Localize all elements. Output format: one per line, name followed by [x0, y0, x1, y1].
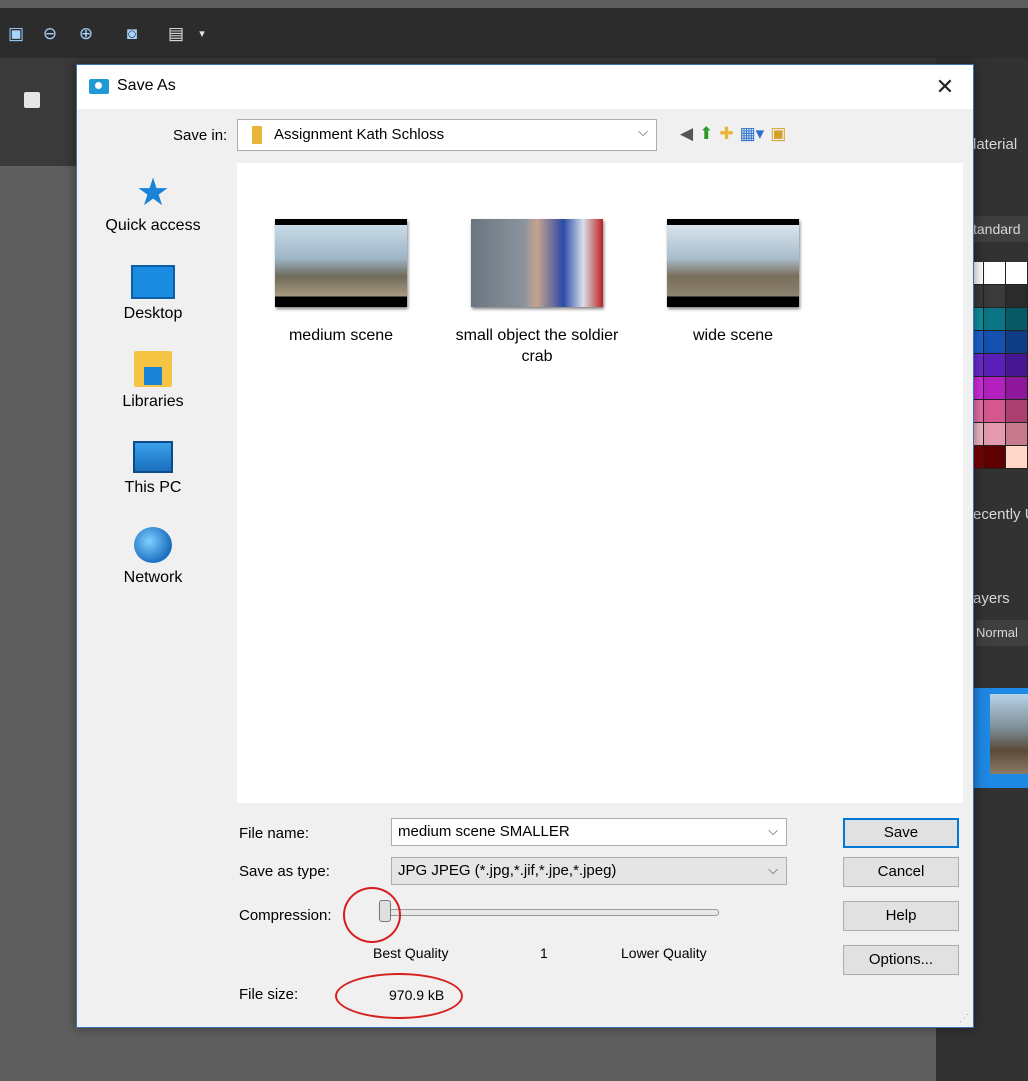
- options-button[interactable]: Options...: [843, 945, 959, 975]
- libraries-icon: [134, 351, 172, 387]
- layers-panel-title: ayers: [973, 590, 1010, 607]
- file-thumbnail: [471, 219, 603, 307]
- file-name-label: File name:: [239, 825, 310, 842]
- file-size-label: File size:: [239, 986, 299, 1003]
- lower-quality-label: Lower Quality: [621, 945, 707, 961]
- computer-icon: [133, 441, 173, 473]
- dropdown-arrow-icon[interactable]: ▾: [192, 24, 212, 44]
- file-label: wide scene: [692, 327, 774, 344]
- color-swatch[interactable]: [984, 377, 1006, 400]
- color-swatch[interactable]: [1006, 423, 1028, 446]
- chevron-down-icon[interactable]: ⌵: [768, 862, 778, 878]
- file-item-medium-scene[interactable]: medium scene: [243, 219, 439, 346]
- places-bar: ★ Quick access Desktop Libraries This PC…: [77, 163, 229, 803]
- file-label: medium scene: [288, 327, 394, 344]
- file-item-wide-scene[interactable]: wide scene: [635, 219, 831, 346]
- browse-folder-icon[interactable]: ▣: [770, 124, 786, 144]
- place-desktop[interactable]: Desktop: [77, 265, 229, 323]
- place-label: Quick access: [105, 217, 201, 234]
- save-in-label: Save in:: [173, 127, 228, 144]
- best-quality-label: Best Quality: [373, 945, 449, 961]
- place-quick-access[interactable]: ★ Quick access: [77, 172, 229, 235]
- folder-icon: [252, 126, 262, 144]
- color-swatch[interactable]: [1006, 377, 1028, 400]
- back-icon[interactable]: ◀: [680, 124, 693, 144]
- paste-icon[interactable]: ▤: [166, 24, 186, 44]
- save-as-dialog: Save As ✕ Save in: Assignment Kath Schlo…: [76, 64, 974, 1028]
- dialog-titlebar[interactable]: Save As ✕: [77, 65, 973, 109]
- file-thumbnail: [275, 219, 407, 307]
- color-swatch[interactable]: [984, 331, 1006, 354]
- color-swatch[interactable]: [1006, 308, 1028, 331]
- color-swatch[interactable]: [984, 354, 1006, 377]
- layers-blend-dropdown[interactable]: Normal: [976, 620, 1028, 646]
- file-item-soldier-crab[interactable]: small object the soldier crab: [439, 219, 635, 367]
- layer-thumbnail: [990, 694, 1028, 774]
- chevron-down-icon: ⌵: [638, 124, 648, 139]
- color-swatch[interactable]: [1006, 446, 1028, 469]
- frame-icon[interactable]: ▣: [6, 24, 26, 44]
- new-folder-icon[interactable]: ✚: [719, 124, 733, 144]
- save-as-type-label: Save as type:: [239, 863, 330, 880]
- tool-icon[interactable]: [24, 92, 40, 108]
- recently-used-label: ecently U: [973, 506, 1028, 523]
- compression-label: Compression:: [239, 907, 332, 924]
- save-as-type-value: JPG JPEG (*.jpg,*.jif,*.jpe,*.jpeg): [398, 862, 617, 879]
- file-name-combobox[interactable]: medium scene SMALLER ⌵: [391, 818, 787, 846]
- file-name-value: medium scene SMALLER: [398, 823, 570, 840]
- save-in-value: Assignment Kath Schloss: [274, 126, 445, 143]
- color-swatch[interactable]: [1006, 400, 1028, 423]
- file-label: small object the soldier crab: [455, 327, 619, 365]
- save-in-combobox[interactable]: Assignment Kath Schloss ⌵: [237, 119, 657, 151]
- compression-slider-track[interactable]: [383, 909, 719, 916]
- chevron-down-icon[interactable]: ⌵: [768, 823, 778, 839]
- place-this-pc[interactable]: This PC: [77, 441, 229, 497]
- save-button[interactable]: Save: [843, 818, 959, 848]
- place-label: Network: [123, 569, 183, 586]
- help-button[interactable]: Help: [843, 901, 959, 931]
- compression-value: 1: [540, 945, 548, 961]
- color-swatch[interactable]: [984, 400, 1006, 423]
- desktop-icon: [131, 265, 175, 299]
- color-swatch[interactable]: [1006, 285, 1028, 308]
- zoom-in-icon[interactable]: ⊕: [76, 24, 96, 44]
- file-list-view[interactable]: medium scene small object the soldier cr…: [237, 163, 963, 803]
- color-swatch[interactable]: [1006, 354, 1028, 377]
- app-toolbar: ▣ ⊖ ⊕ ◙ ▤ ▾: [0, 8, 1028, 58]
- materials-panel-title: laterial: [973, 136, 1018, 153]
- place-libraries[interactable]: Libraries: [77, 351, 229, 411]
- resize-grip-icon[interactable]: ⋰: [959, 1013, 969, 1024]
- zoom-fit-icon[interactable]: ◙: [122, 24, 142, 44]
- color-swatch[interactable]: [984, 308, 1006, 331]
- color-swatch[interactable]: [1006, 331, 1028, 354]
- navigation-toolbar: ◀ ⬆ ✚ ▦▾ ▣: [680, 123, 786, 145]
- materials-dropdown[interactable]: tandard: [973, 216, 1028, 242]
- red-annotation-circle: [335, 973, 463, 1019]
- up-folder-icon[interactable]: ⬆: [699, 124, 713, 144]
- place-label: Desktop: [123, 305, 183, 322]
- zoom-out-icon[interactable]: ⊖: [40, 24, 60, 44]
- cancel-button[interactable]: Cancel: [843, 857, 959, 887]
- dialog-title: Save As: [117, 77, 176, 94]
- view-menu-icon[interactable]: ▦▾: [740, 124, 765, 144]
- file-thumbnail: [667, 219, 799, 307]
- red-annotation-circle: [343, 887, 401, 943]
- save-as-type-combobox[interactable]: JPG JPEG (*.jpg,*.jif,*.jpe,*.jpeg) ⌵: [391, 857, 787, 885]
- color-swatch[interactable]: [1006, 262, 1028, 285]
- place-label: Libraries: [122, 393, 184, 410]
- place-label: This PC: [124, 479, 182, 496]
- network-icon: [134, 527, 172, 563]
- camera-icon: [89, 79, 109, 94]
- star-icon: ★: [135, 172, 171, 214]
- place-network[interactable]: Network: [77, 527, 229, 587]
- color-swatch[interactable]: [984, 423, 1006, 446]
- close-button[interactable]: ✕: [931, 73, 959, 101]
- color-swatch[interactable]: [984, 285, 1006, 308]
- color-swatch[interactable]: [984, 446, 1006, 469]
- color-swatch[interactable]: [984, 262, 1006, 285]
